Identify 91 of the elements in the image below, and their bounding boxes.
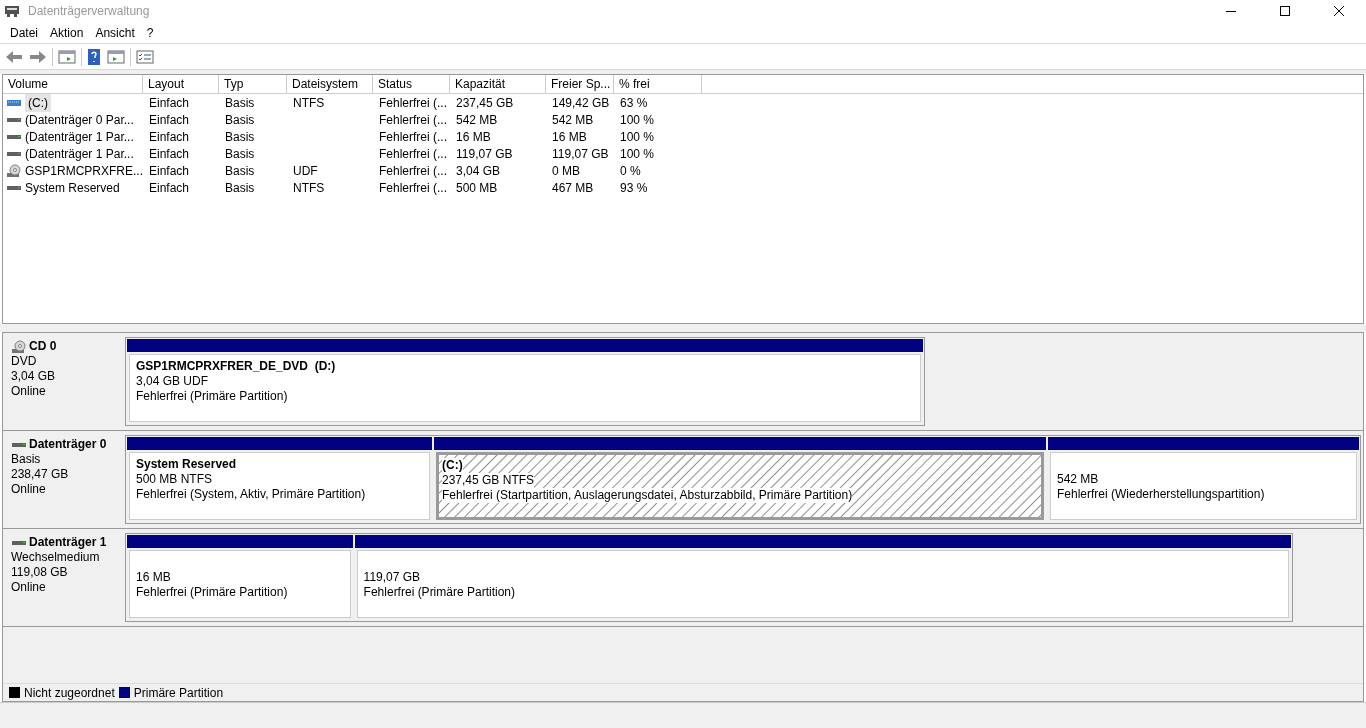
table-cell-text: Fehlerfrei (...: [378, 128, 448, 146]
column-header[interactable]: Kapazität: [450, 75, 546, 93]
disk-status: Online: [11, 580, 47, 595]
table-cell-text: 63 %: [619, 94, 649, 112]
table-cell-text: 119,07 GB: [551, 145, 610, 163]
disk-type: Basis: [11, 452, 42, 467]
checklist-icon[interactable]: [135, 47, 155, 66]
partition-status: Fehlerfrei (Wiederherstellungspartition): [1057, 487, 1265, 502]
partition-status: Fehlerfrei (Primäre Partition): [136, 585, 288, 600]
table-cell-text: UDF: [292, 162, 319, 180]
partition-status: Fehlerfrei (Startpartition, Auslagerungsdatei, Absturzabbild, Primäre Partition): [442, 488, 853, 503]
table-cell-text: 467 MB: [551, 179, 595, 197]
legend-label: Primäre Partition: [133, 684, 224, 702]
table-cell-text: 100 %: [619, 145, 656, 163]
table-cell-text: Einfach: [148, 94, 191, 112]
table-cell-text: 16 MB: [551, 128, 588, 146]
cd-drive-icon: [11, 339, 27, 354]
table-cell-text: Basis: [224, 128, 256, 146]
column-header[interactable]: Status: [373, 75, 450, 93]
table-cell-text: Fehlerfrei (...: [378, 179, 448, 197]
partition-status: Fehlerfrei (System, Aktiv, Primäre Partition): [136, 487, 366, 502]
table-cell[interactable]: (Datenträger 1 Par...: [25, 144, 134, 163]
table-cell-text: 542 MB: [455, 111, 499, 129]
table-cell-text: 149,42 GB: [551, 94, 611, 112]
disk-name[interactable]: Datenträger 0: [29, 437, 107, 452]
drive-icon: [6, 97, 22, 108]
table-cell-text: Einfach: [148, 111, 191, 129]
menu-item[interactable]: ?: [140, 23, 160, 42]
table-cell-text: 3,04 GB: [455, 162, 502, 180]
table-cell[interactable]: GSP1RMCPRXFRE...: [25, 161, 144, 180]
disk-status: Online: [11, 482, 47, 497]
table-cell-text: NTFS: [292, 179, 326, 197]
window-title: Datenträgerverwaltung: [28, 3, 150, 20]
panel-icon[interactable]: [106, 47, 126, 66]
partition-status: Fehlerfrei (Primäre Partition): [136, 389, 288, 404]
disk-status: Online: [11, 384, 47, 399]
disk-type: Wechselmedium: [11, 550, 101, 565]
column-header[interactable]: % frei: [614, 75, 702, 93]
table-cell-text: 237,45 GB: [455, 94, 515, 112]
table-cell-text: 100 %: [619, 111, 656, 129]
table-cell[interactable]: (Datenträger 1 Par...: [25, 127, 134, 146]
table-cell-text: Basis: [224, 162, 256, 180]
table-cell-text: NTFS: [292, 94, 326, 112]
table-cell-text: Basis: [224, 145, 256, 163]
disk-type: DVD: [11, 354, 38, 369]
partition-title: GSP1RMCPRXFRER_DE_DVD (D:): [136, 359, 336, 374]
column-header[interactable]: Typ: [219, 75, 287, 93]
partition-size: 3,04 GB UDF: [136, 374, 209, 389]
disk-management-icon: [4, 3, 20, 19]
table-cell-text: Basis: [224, 111, 256, 129]
disk-size: 238,47 GB: [11, 467, 70, 482]
table-cell-text: Fehlerfrei (...: [378, 145, 448, 163]
table-cell[interactable]: (Datenträger 0 Par...: [25, 110, 134, 129]
table-cell-text: 100 %: [619, 128, 656, 146]
cd-drive-icon: [6, 163, 22, 178]
table-cell-text: 16 MB: [455, 128, 492, 146]
column-header[interactable]: Layout: [143, 75, 219, 93]
help-icon[interactable]: [86, 47, 102, 66]
partition-title: (C:): [442, 458, 463, 473]
table-cell-text: Fehlerfrei (...: [378, 111, 448, 129]
table-cell-text: Einfach: [148, 128, 191, 146]
table-cell-text: Einfach: [148, 162, 191, 180]
table-cell-text: Einfach: [148, 145, 191, 163]
disk-size: 119,08 GB: [11, 565, 69, 580]
menu-item[interactable]: Aktion: [44, 23, 90, 42]
partition-status: Fehlerfrei (Primäre Partition): [363, 585, 515, 600]
table-cell-text: 93 %: [619, 179, 649, 197]
table-cell-text: 542 MB: [551, 111, 595, 129]
menu-item[interactable]: Ansicht: [89, 23, 141, 42]
disk-name[interactable]: CD 0: [29, 339, 57, 354]
partition-size: 119,07 GB: [363, 570, 421, 585]
disk-size: 3,04 GB: [11, 369, 57, 384]
table-cell-text: 500 MB: [455, 179, 499, 197]
column-header[interactable]: Volume: [3, 75, 143, 93]
table-cell-text: Basis: [224, 179, 256, 197]
table-cell-text: Fehlerfrei (...: [378, 162, 448, 180]
table-cell-text: Fehlerfrei (...: [378, 94, 448, 112]
partition-size: 237,45 GB NTFS: [442, 473, 535, 488]
disk-name[interactable]: Datenträger 1: [29, 535, 107, 550]
table-cell-text: 0 MB: [551, 162, 581, 180]
table-cell-text: Einfach: [148, 179, 191, 197]
panel-icon[interactable]: [57, 47, 77, 66]
column-header[interactable]: Freier Sp...: [546, 75, 614, 93]
table-cell[interactable]: System Reserved: [25, 178, 120, 197]
column-header[interactable]: Dateisystem: [287, 75, 373, 93]
partition-title: System Reserved: [136, 457, 237, 472]
table-cell-text: Basis: [224, 94, 256, 112]
table-cell-text: 119,07 GB: [455, 145, 514, 163]
legend-label: Nicht zugeordnet: [24, 684, 115, 702]
table-cell-text: 0 %: [619, 162, 642, 180]
menu-item[interactable]: Datei: [4, 23, 44, 42]
